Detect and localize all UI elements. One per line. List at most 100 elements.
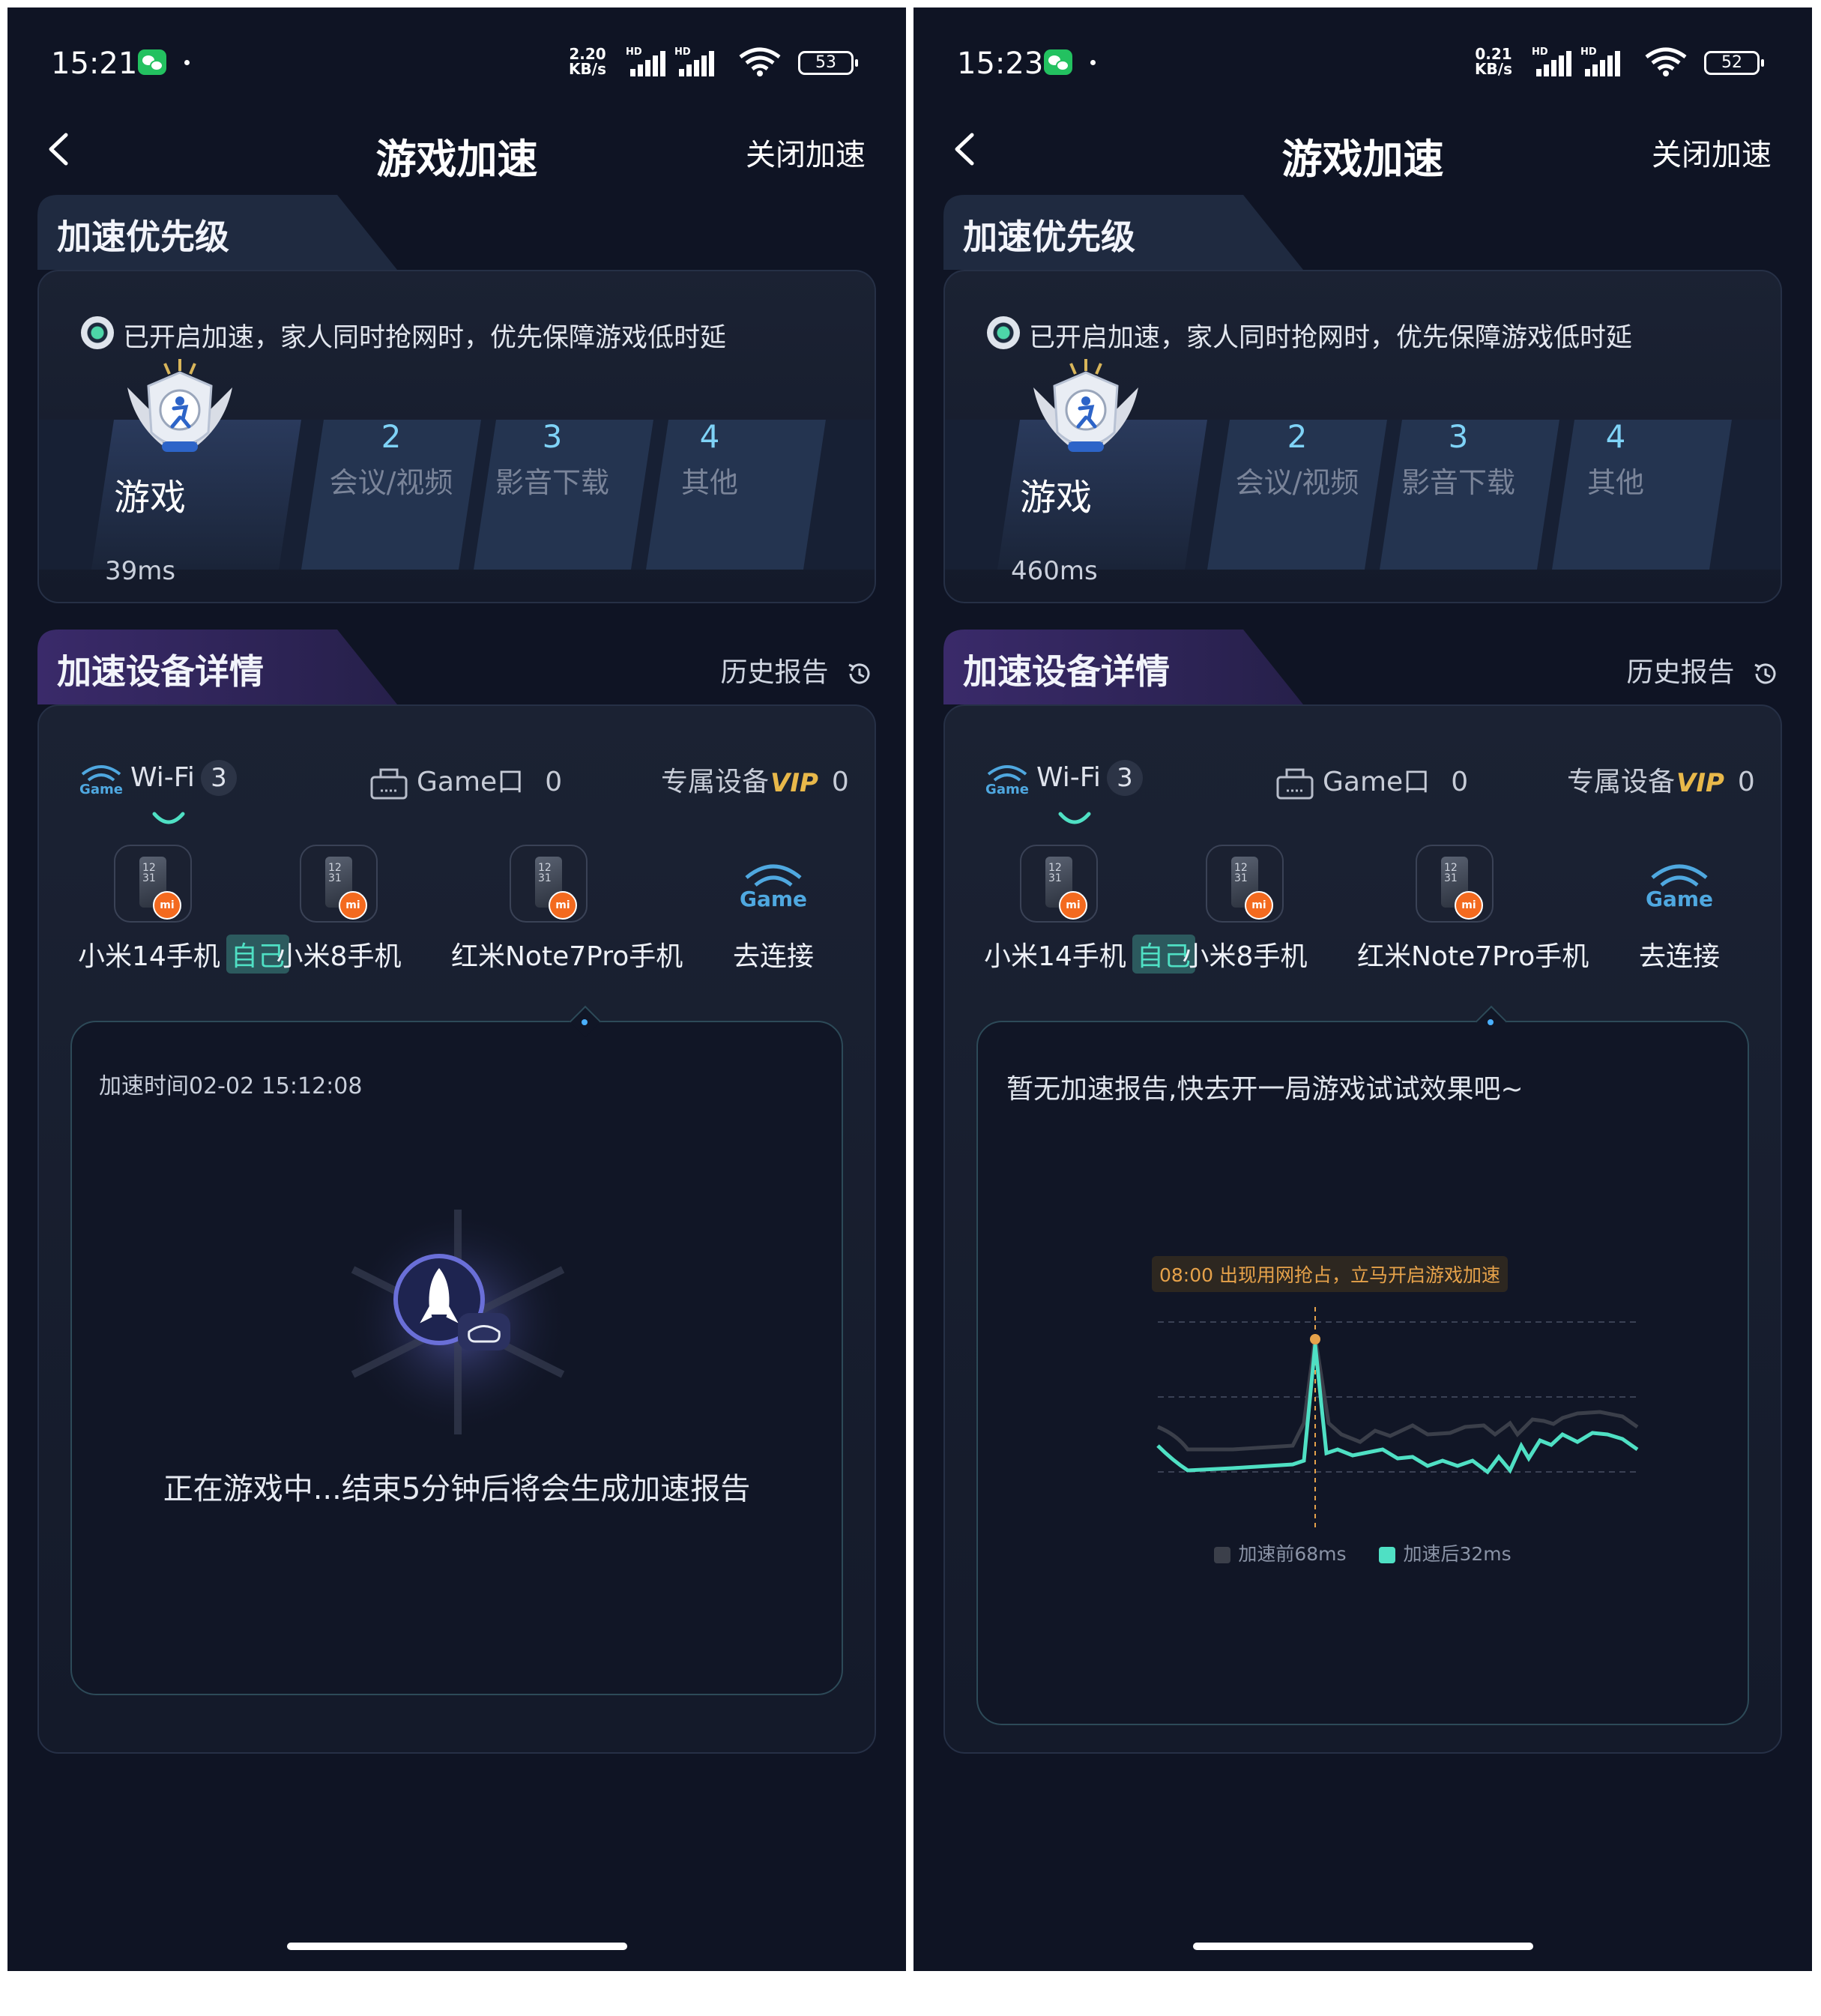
device-item[interactable]: 12 31 mi 小米14手机 自己	[78, 845, 289, 974]
latency-chart-illustration	[1156, 1307, 1639, 1532]
device-item[interactable]: 12 31 mi 小米8手机	[264, 845, 414, 974]
level-name: 其他	[680, 466, 738, 499]
device-name: 小米14手机	[984, 941, 1126, 972]
level-name: 会议/视频	[1235, 466, 1359, 499]
mi-logo-icon: mi	[153, 891, 181, 920]
mi-logo-icon: mi	[1245, 891, 1273, 920]
filter-vip-devices[interactable]: 专属设备VIP 0	[661, 760, 849, 799]
device-detail-card: Game Wi-Fi 3 Game口 0 专属设备VIP 0 12 31 mi 小米14手机…	[37, 704, 876, 1754]
priority-heading: 加速优先级	[963, 217, 1135, 257]
netspeed-unit: KB/s	[1475, 60, 1512, 78]
filter-vip-devices[interactable]: 专属设备VIP 0	[1567, 760, 1755, 799]
history-report-link[interactable]: 历史报告	[721, 651, 873, 689]
wifi-game-icon: Game	[79, 765, 123, 795]
priority-hint: 已开启加速，家人同时抢网时，优先保障游戏低时延	[123, 323, 727, 353]
priority-level-2[interactable]: 2 会议/视频	[316, 418, 466, 501]
active-priority-name[interactable]: 游戏	[114, 468, 186, 520]
device-name: 小米14手机	[78, 941, 220, 972]
filter-game-port[interactable]: Game口 0	[369, 760, 562, 801]
game-port-label: Game口	[1323, 767, 1431, 797]
filter-wifi[interactable]: Game Wi-Fi 3	[78, 760, 237, 796]
nav-bar: 游戏加速 关闭加速	[7, 112, 906, 187]
priority-hint: 已开启加速，家人同时抢网时，优先保障游戏低时延	[1029, 323, 1633, 353]
device-item[interactable]: 12 31 mi 小米8手机	[1170, 845, 1320, 974]
device-item[interactable]: 12 31 mi 小米14手机 自己	[984, 845, 1195, 974]
signal-icon: HD	[626, 46, 666, 76]
wifi-label: Wi-Fi	[130, 762, 195, 793]
home-indicator[interactable]	[1192, 1943, 1533, 1950]
history-report-link[interactable]: 历史报告	[1627, 651, 1779, 689]
trophy-badge-icon	[1033, 359, 1138, 452]
phone-icon: 12 31 mi	[300, 845, 378, 923]
priority-level-3[interactable]: 3 影音下载	[492, 418, 612, 501]
latency-value: 460ms	[1011, 556, 1098, 586]
active-priority-name[interactable]: 游戏	[1020, 468, 1092, 520]
phone-icon: 12 31 mi	[1206, 845, 1284, 923]
history-clock-icon	[848, 663, 870, 684]
mi-logo-icon: mi	[549, 891, 577, 920]
connect-label: 去连接	[732, 941, 814, 972]
device-name: 红米Note7Pro手机	[1357, 941, 1589, 972]
svg-text:Game: Game	[740, 887, 807, 911]
legend-before-label: 加速前68ms	[1238, 1543, 1347, 1565]
wechat-icon	[1044, 49, 1072, 75]
priority-level-3[interactable]: 3 影音下载	[1398, 418, 1518, 501]
detail-heading-tab: 加速设备详情	[943, 630, 1303, 704]
router-icon	[370, 768, 408, 800]
close-acceleration-button[interactable]: 关闭加速	[1652, 130, 1772, 174]
chart-legend: 加速前68ms 加速后32ms	[978, 1539, 1748, 1566]
priority-level-2[interactable]: 2 会议/视频	[1222, 418, 1372, 501]
level-number: 2	[1287, 418, 1308, 455]
priority-level-4[interactable]: 4 其他	[665, 418, 755, 501]
chart-annotation: 08:00 出现用网抢占，立马开启游戏加速	[1152, 1256, 1508, 1292]
level-number: 3	[542, 418, 563, 455]
wifi-game-icon: Game	[1646, 864, 1713, 911]
priority-level-4[interactable]: 4 其他	[1571, 418, 1661, 501]
vip-label: 专属设备	[661, 767, 770, 797]
level-number: 4	[699, 418, 720, 455]
device-detail-card: Game Wi-Fi 3 Game口 0 专属设备VIP 0 12 31 mi 小米14手机…	[943, 704, 1782, 1754]
level-name: 影音下载	[1401, 466, 1515, 499]
filter-game-port[interactable]: Game口 0	[1275, 760, 1468, 801]
phone-icon: 12 31 mi	[1020, 845, 1098, 923]
phone-screen-left: 15:21 2.20 KB/s HD HD 53 游戏加速 关闭加速 加速优先级…	[7, 7, 906, 1971]
history-clock-icon	[1754, 663, 1776, 684]
close-acceleration-button[interactable]: 关闭加速	[746, 130, 866, 174]
wifi-label: Wi-Fi	[1036, 762, 1101, 793]
acceleration-report-panel: 加速时间02-02 15:12:08 正在游戏中...结束5分钟后将会生成加速报…	[70, 1005, 843, 1695]
device-item[interactable]: 12 31 mi 红米Note7Pro手机	[1357, 845, 1589, 974]
network-speed: 2.20 KB/s	[569, 46, 606, 76]
trophy-badge-icon	[127, 359, 232, 452]
priority-heading: 加速优先级	[57, 217, 229, 257]
status-time: 15:23	[957, 46, 1044, 81]
phone-screen-right: 15:23 0.21 KB/s HD HD 52 游戏加速 关闭加速 加速优先级…	[913, 7, 1812, 1971]
svg-text:Game: Game	[1646, 887, 1713, 911]
notification-dot	[1090, 60, 1096, 65]
device-name: 小米8手机	[1182, 941, 1308, 972]
netspeed-unit: KB/s	[569, 60, 606, 78]
level-number: 2	[381, 418, 402, 455]
netspeed-value: 0.21	[1475, 45, 1512, 63]
device-filter-tabs: Game Wi-Fi 3 Game口 0 专属设备VIP 0	[945, 760, 1781, 805]
level-name: 影音下载	[495, 466, 609, 499]
home-indicator[interactable]	[286, 1943, 627, 1950]
device-item[interactable]: 12 31 mi 红米Note7Pro手机	[451, 845, 683, 974]
svg-text:Game: Game	[79, 782, 123, 795]
wifi-icon	[739, 47, 781, 76]
signal-icon: HD	[674, 46, 715, 76]
status-bar: 15:23 0.21 KB/s HD HD 52	[957, 37, 1764, 90]
vip-badge-icon: VIP	[1676, 768, 1724, 798]
svg-text:Game: Game	[985, 782, 1029, 795]
detail-heading-tab: 加速设备详情	[37, 630, 397, 704]
mi-logo-icon: mi	[1059, 891, 1087, 920]
shield-icon	[987, 316, 1020, 349]
connect-device-button[interactable]: Game 去连接	[706, 845, 841, 974]
connect-device-button[interactable]: Game 去连接	[1612, 845, 1747, 974]
report-progress-message: 正在游戏中...结束5分钟后将会生成加速报告	[163, 1472, 751, 1506]
filter-wifi[interactable]: Game Wi-Fi 3	[984, 760, 1143, 796]
wifi-game-icon: Game	[740, 864, 807, 911]
device-filter-tabs: Game Wi-Fi 3 Game口 0 专属设备VIP 0	[39, 760, 875, 805]
priority-heading-tab: 加速优先级	[37, 195, 397, 270]
empty-report-message: 暂无加速报告,快去开一局游戏试试效果吧~	[1006, 1074, 1523, 1105]
wifi-icon	[1645, 47, 1687, 76]
